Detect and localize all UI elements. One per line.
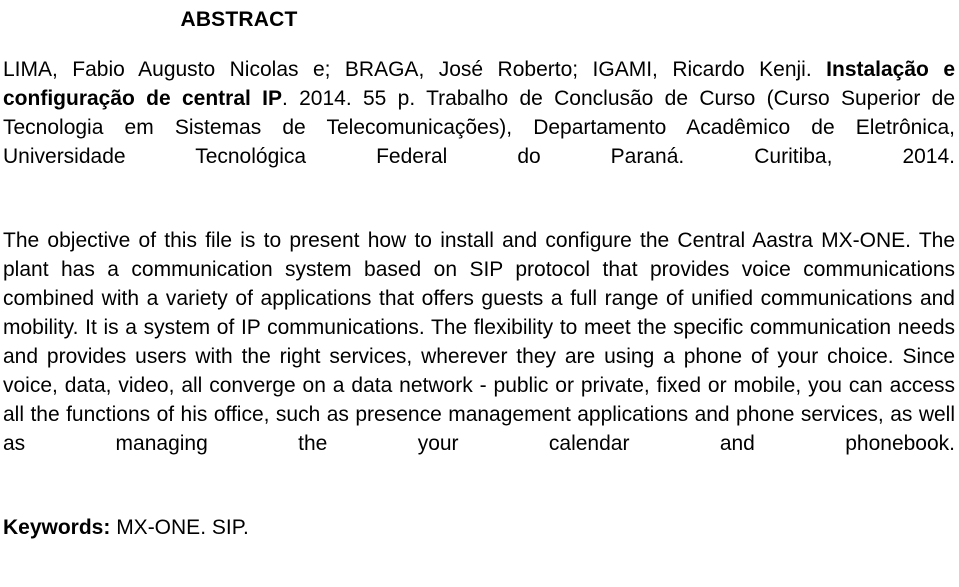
keywords-label: Keywords:: [3, 516, 111, 539]
page-title: ABSTRACT: [180, 8, 298, 31]
abstract-page: ABSTRACT LIMA, Fabio Augusto Nicolas e; …: [0, 0, 959, 587]
reference-authors: LIMA, Fabio Augusto Nicolas e; BRAGA, Jo…: [3, 58, 812, 81]
abstract-body-text: The objective of this file is to present…: [3, 229, 955, 455]
keywords-line: Keywords: MX-ONE. SIP.: [3, 513, 955, 542]
keywords-values: MX-ONE. SIP.: [110, 516, 249, 539]
body-keywords-gap: [3, 487, 955, 513]
bibliographic-reference: LIMA, Fabio Augusto Nicolas e; BRAGA, Jo…: [3, 55, 955, 200]
title-spacer: [3, 34, 955, 55]
reference-body-gap: [3, 200, 955, 226]
